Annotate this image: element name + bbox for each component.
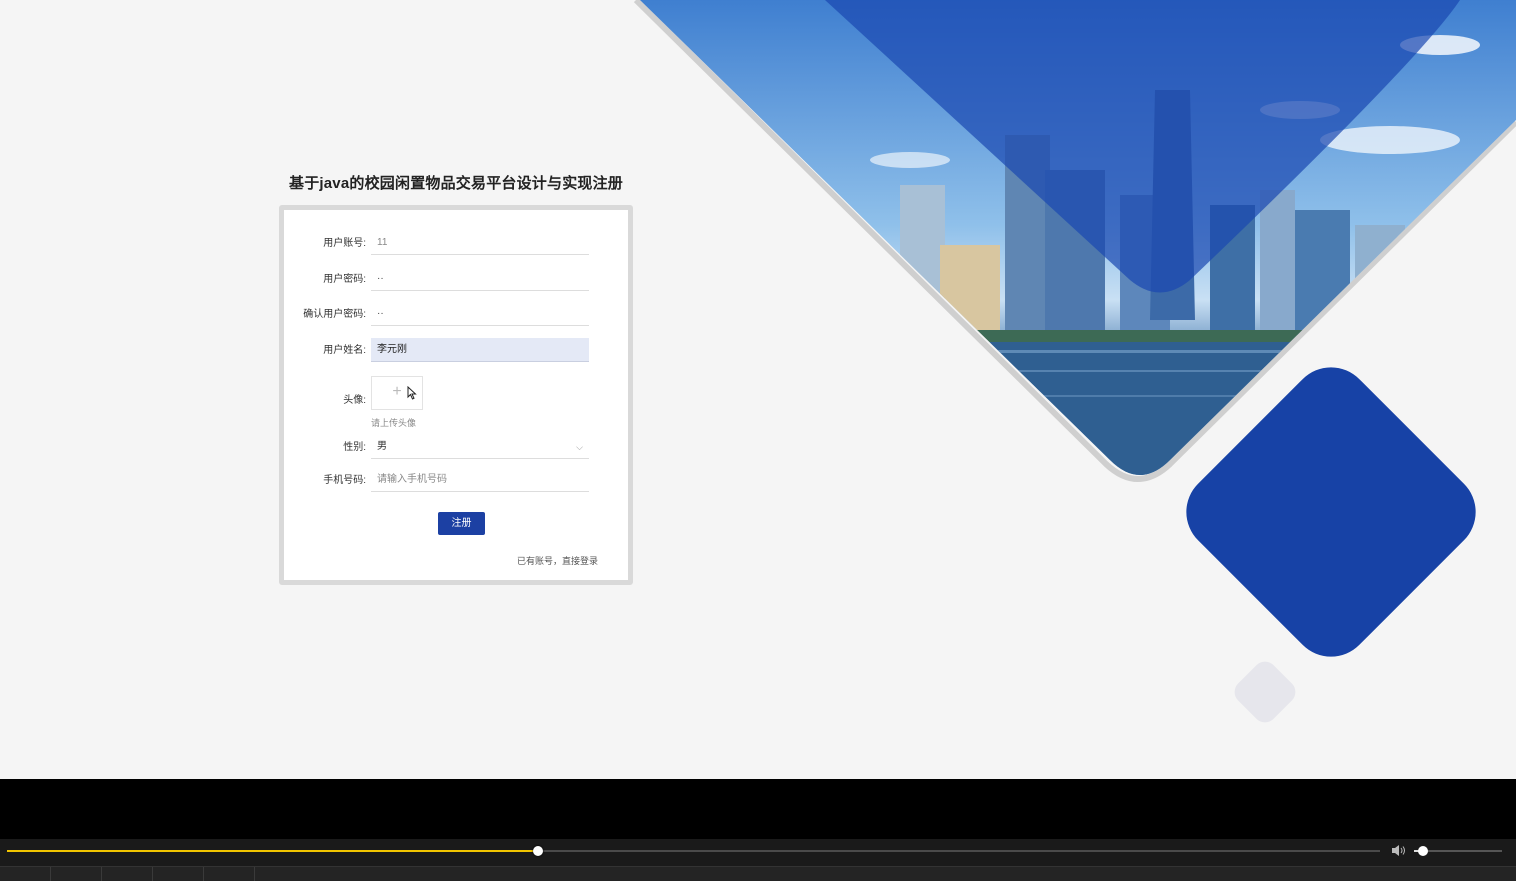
confirm-password-label: 确认用户密码: xyxy=(303,309,366,320)
volume-slider[interactable] xyxy=(1414,846,1502,856)
register-form: 用户账号: 11 用户密码: ·· 确认用户密码: ·· 用户姓名: 李元刚 头… xyxy=(279,205,633,585)
row-password: 用户密码: ·· xyxy=(284,267,628,293)
gender-select[interactable]: 男 ⌵ xyxy=(371,435,589,459)
page-title: 基于java的校园闲置物品交易平台设计与实现注册 xyxy=(289,175,623,192)
control-slot[interactable] xyxy=(102,867,153,881)
name-label: 用户姓名: xyxy=(323,345,366,356)
password-label: 用户密码: xyxy=(323,274,366,285)
volume-handle[interactable] xyxy=(1417,846,1428,856)
row-phone: 手机号码: 请输入手机号码 xyxy=(284,468,628,494)
register-page: 基于java的校园闲置物品交易平台设计与实现注册 用户账号: 11 用户密码: … xyxy=(0,0,1516,779)
control-slot[interactable] xyxy=(51,867,102,881)
row-name: 用户姓名: 李元刚 xyxy=(284,338,628,364)
control-slot[interactable] xyxy=(153,867,204,881)
password-input[interactable]: ·· xyxy=(371,267,589,291)
background-decoration xyxy=(633,0,1516,723)
seek-progress xyxy=(7,850,539,852)
account-input[interactable]: 11 xyxy=(371,231,589,255)
login-link[interactable]: 已有账号，直接登录 xyxy=(517,554,598,567)
video-player-bar xyxy=(0,839,1516,881)
phone-input[interactable]: 请输入手机号码 xyxy=(371,468,589,492)
seek-handle[interactable] xyxy=(533,846,544,856)
row-account: 用户账号: 11 xyxy=(284,231,628,257)
control-slot[interactable] xyxy=(0,867,51,881)
avatar-hint: 请上传头像 xyxy=(371,418,417,428)
confirm-password-input[interactable]: ·· xyxy=(371,302,589,326)
phone-label: 手机号码: xyxy=(323,475,366,486)
control-slot[interactable] xyxy=(204,867,255,881)
name-input[interactable]: 李元刚 xyxy=(371,338,589,362)
volume-icon[interactable] xyxy=(1391,844,1407,857)
gender-label: 性别: xyxy=(343,442,366,453)
avatar-label: 头像: xyxy=(343,395,366,406)
row-avatar: 头像: xyxy=(284,388,628,414)
row-gender: 性别: 男 ⌵ xyxy=(284,435,628,461)
account-label: 用户账号: xyxy=(323,238,366,249)
register-button[interactable]: 注册 xyxy=(438,512,485,535)
row-confirm-password: 确认用户密码: ·· xyxy=(284,302,628,328)
seek-bar[interactable] xyxy=(7,846,1380,856)
control-strip xyxy=(0,866,1516,881)
mouse-pointer-icon xyxy=(407,386,417,400)
gender-value: 男 xyxy=(377,441,387,452)
chevron-down-icon: ⌵ xyxy=(576,442,583,452)
